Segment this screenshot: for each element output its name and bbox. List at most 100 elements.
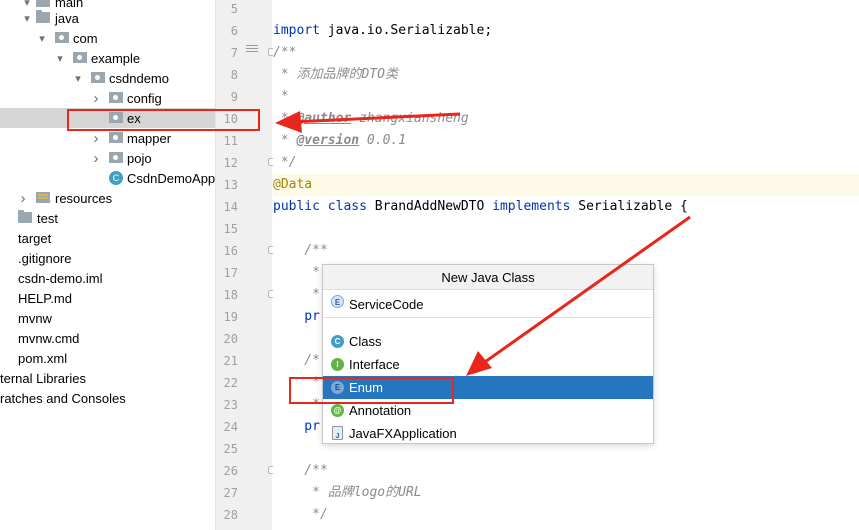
line-number: 26: [223, 464, 238, 478]
package-icon: [91, 72, 105, 83]
folder-icon: [18, 210, 32, 223]
code-line-12: */: [273, 155, 297, 170]
tree-item-mvnw[interactable]: mvnw: [0, 308, 215, 328]
tree-item-config[interactable]: › config: [0, 88, 215, 108]
tree-item-mapper[interactable]: › mapper: [0, 128, 215, 148]
kind-option-interface[interactable]: I Interface: [323, 353, 653, 376]
tree-item-com[interactable]: ▾ com: [0, 28, 215, 48]
line-number: 11: [223, 134, 238, 148]
code-line-27: * 品牌logo的URL: [273, 485, 422, 500]
kind-label: Class: [349, 334, 382, 349]
package-icon: [109, 152, 123, 163]
comment-text: 0.0.1: [359, 133, 407, 148]
code-line-28: */: [273, 507, 328, 522]
chevron-right-icon[interactable]: ›: [91, 150, 101, 167]
line-number: 28: [223, 508, 238, 522]
line-number: 22: [223, 376, 238, 390]
keyword: public class: [273, 199, 367, 214]
keyword: import: [273, 23, 320, 38]
class-icon: C: [331, 335, 344, 348]
dialog-title: New Java Class: [323, 265, 653, 290]
kind-option-class[interactable]: C Class: [323, 330, 653, 353]
tree-item-label: resources: [55, 190, 113, 206]
tree-item-label: pom.xml: [18, 350, 68, 366]
package-icon: [109, 92, 123, 103]
line-number: 16: [223, 244, 238, 258]
annotation-box-enum: [289, 377, 454, 404]
line-number: 8: [230, 68, 238, 82]
kind-option-javafx[interactable]: J JavaFXApplication: [323, 422, 653, 445]
tree-item-pojo[interactable]: › pojo: [0, 148, 215, 168]
tree-item-label: ternal Libraries: [0, 370, 86, 386]
class-name-row[interactable]: E: [323, 290, 653, 318]
code-line-11: * @version 0.0.1: [273, 130, 859, 152]
tree-item-external-libraries[interactable]: ternal Libraries: [0, 368, 215, 388]
chevron-down-icon[interactable]: ▾: [22, 12, 32, 25]
tree-item-label: csdndemo: [109, 70, 169, 86]
new-java-class-dialog: New Java Class E C Class I Interface E E…: [322, 264, 654, 444]
chevron-down-icon[interactable]: ▾: [55, 52, 65, 65]
tree-item-iml[interactable]: csdn-demo.iml: [0, 268, 215, 288]
tree-item-pom[interactable]: pom.xml: [0, 348, 215, 368]
tree-item-label: ratches and Consoles: [0, 390, 126, 406]
javadoc-tag: @author: [296, 111, 352, 126]
tree-item-csdndemoapp[interactable]: C CsdnDemoApp: [0, 168, 215, 188]
code-line-8: * 添加品牌的DTO类: [273, 67, 398, 82]
tree-item-target[interactable]: target: [0, 228, 215, 248]
tree-item-label: HELP.md: [18, 290, 72, 306]
class-name-input[interactable]: [349, 294, 649, 314]
tree-item-example[interactable]: ▾ example: [0, 48, 215, 68]
line-number: 21: [223, 354, 238, 368]
line-number: 9: [230, 90, 238, 104]
class-name: BrandAddNewDTO: [366, 199, 493, 214]
line-number: 7: [230, 46, 238, 60]
code-text: Serializable {: [570, 199, 688, 214]
line-number: 23: [223, 398, 238, 412]
line-number: 5: [230, 2, 238, 16]
resources-folder-icon: [36, 192, 50, 203]
chevron-right-icon[interactable]: ›: [91, 130, 101, 147]
tree-item-label: pojo: [127, 150, 152, 166]
tree-item-csdndemo[interactable]: ▾ csdndemo: [0, 68, 215, 88]
line-number: 20: [223, 332, 238, 346]
tree-item-resources[interactable]: › resources: [0, 188, 215, 208]
annotation-box-ex: [67, 109, 260, 131]
comment-text: *: [273, 111, 297, 126]
tree-item-label: .gitignore: [18, 250, 72, 266]
line-number: 19: [223, 310, 238, 324]
code-line-26: /**: [273, 463, 328, 478]
tree-item-help[interactable]: HELP.md: [0, 288, 215, 308]
tree-item-label: java: [55, 10, 79, 26]
chevron-right-icon[interactable]: ›: [18, 190, 28, 207]
tree-item-java[interactable]: ▾ java: [0, 8, 215, 28]
keyword: implements: [492, 199, 571, 214]
tree-item-label: config: [127, 90, 162, 106]
javadoc-toggle-icon[interactable]: [246, 45, 258, 55]
package-icon: [109, 132, 123, 143]
tree-item-label: CsdnDemoApp: [127, 170, 215, 186]
kind-label: JavaFXApplication: [349, 426, 457, 441]
tree-item-label: mapper: [127, 130, 172, 146]
line-number: 14: [223, 200, 238, 214]
code-text: java.io.Serializable;: [319, 23, 493, 38]
line-number: 12: [223, 156, 238, 170]
chevron-down-icon[interactable]: ▾: [73, 72, 83, 85]
code-line-9: *: [273, 89, 289, 104]
tree-item-test[interactable]: test: [0, 208, 215, 228]
tree-item-label: csdn-demo.iml: [18, 270, 103, 286]
tree-item-gitignore[interactable]: .gitignore: [0, 248, 215, 268]
line-number: 6: [230, 24, 238, 38]
code-line-14: public class BrandAddNewDTO implements S…: [273, 196, 859, 218]
code-line-13: @Data: [273, 174, 859, 196]
comment-text: zhangxiansheng: [351, 111, 469, 126]
tree-item-scratches[interactable]: ratches and Consoles: [0, 388, 215, 408]
line-number: 15: [223, 222, 238, 236]
chevron-right-icon[interactable]: ›: [91, 90, 101, 107]
chevron-down-icon[interactable]: ▾: [37, 32, 47, 45]
line-number: 25: [223, 442, 238, 456]
line-number: 13: [223, 178, 238, 192]
kind-label: Interface: [349, 357, 400, 372]
enum-icon: E: [331, 295, 344, 308]
tree-item-label: target: [18, 230, 52, 246]
tree-item-mvnw-cmd[interactable]: mvnw.cmd: [0, 328, 215, 348]
